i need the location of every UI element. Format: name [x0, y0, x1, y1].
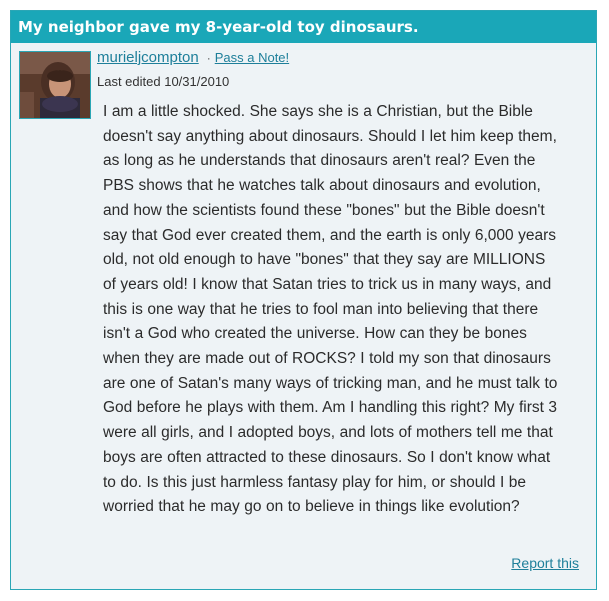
- avatar-photo: [20, 52, 90, 118]
- post-meta: murieljcompton · Pass a Note!: [97, 49, 289, 67]
- separator-dot: ·: [206, 51, 211, 65]
- report-link[interactable]: Report this: [511, 555, 579, 571]
- last-edited: Last edited 10/31/2010: [97, 74, 230, 89]
- post-card: My neighbor gave my 8-year-old toy dinos…: [10, 10, 597, 590]
- author-link[interactable]: murieljcompton: [97, 49, 199, 66]
- post-body: I am a little shocked. She says she is a…: [103, 103, 558, 516]
- pass-a-note-link[interactable]: Pass a Note!: [215, 50, 289, 65]
- avatar[interactable]: [19, 51, 91, 119]
- post-title: My neighbor gave my 8-year-old toy dinos…: [11, 11, 596, 43]
